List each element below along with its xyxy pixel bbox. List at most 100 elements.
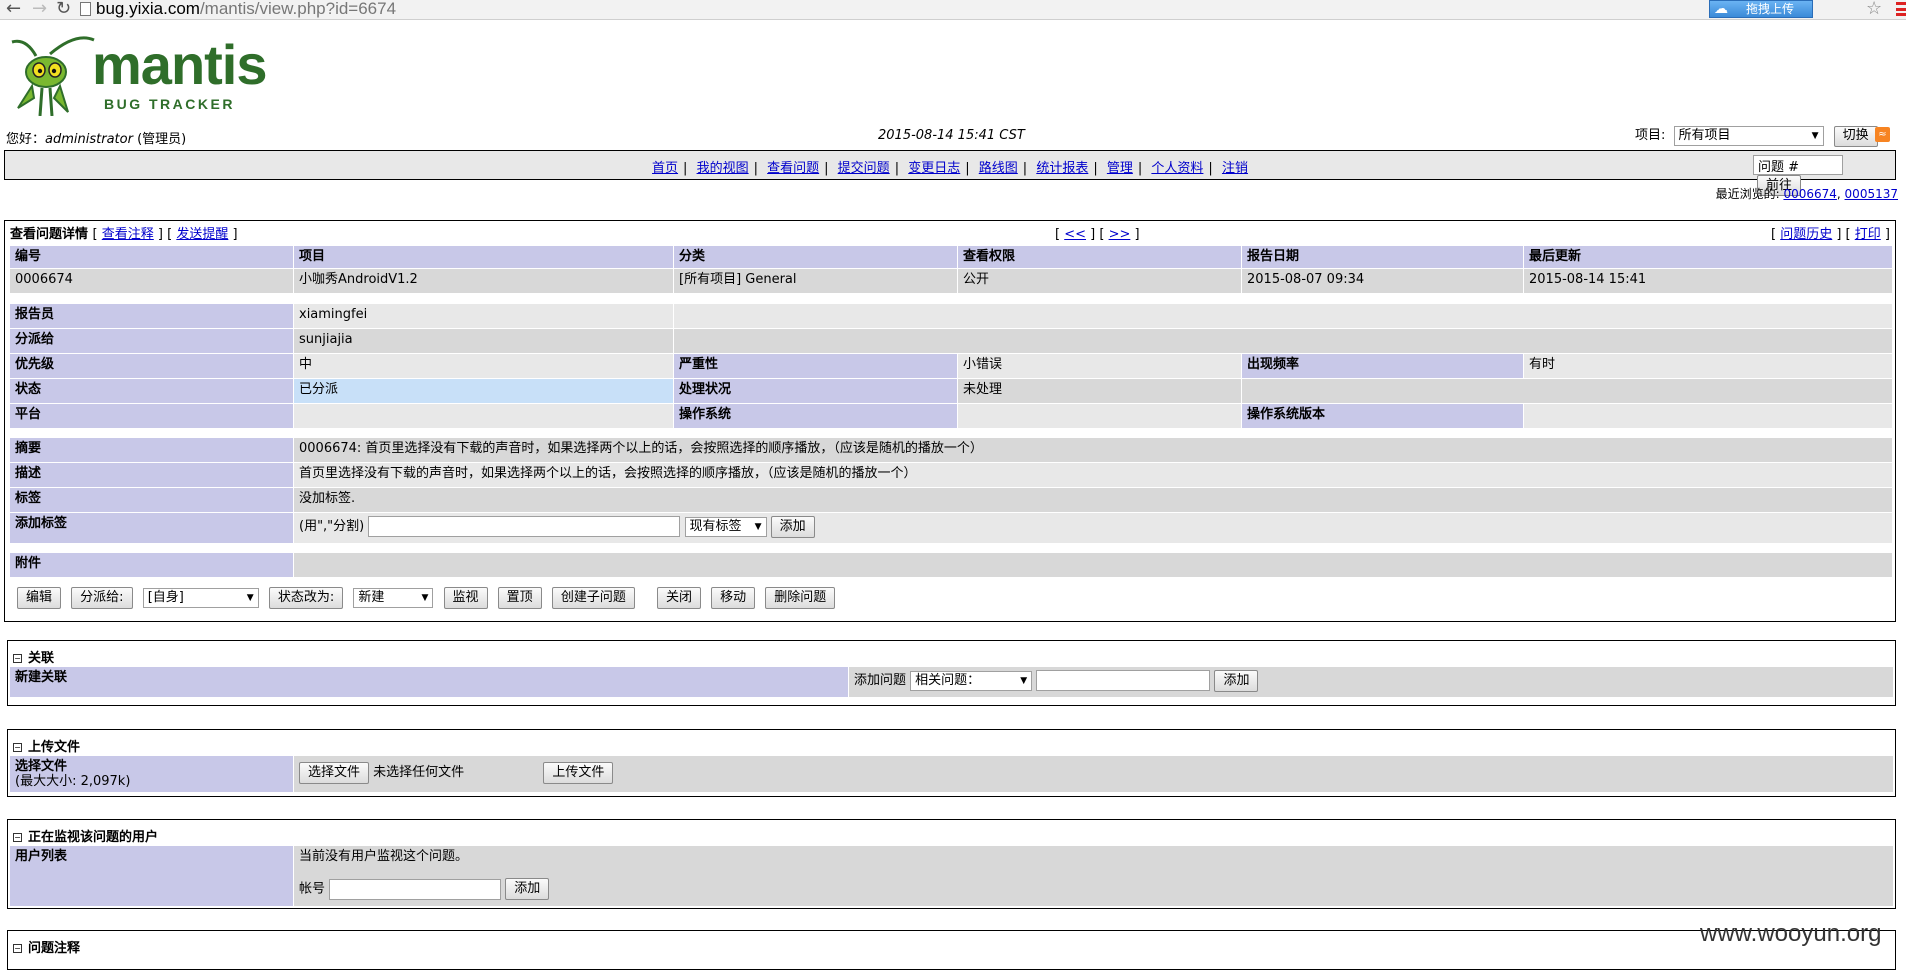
- description-row: 描述 首页里选择没有下载的声音时，如果选择两个以上的话，会按照选择的顺序播放，（…: [10, 463, 1892, 487]
- tags-value: 没加标签.: [294, 488, 1892, 512]
- no-file-chosen: 未选择任何文件: [373, 765, 465, 780]
- logo-subtitle: BUG TRACKER: [104, 96, 235, 112]
- menu-logout[interactable]: 注销: [1222, 161, 1248, 176]
- add-relation-form: 添加问题 相关问题： ▼ 添加: [849, 667, 1893, 697]
- collapse-icon[interactable]: −: [13, 833, 22, 842]
- switch-project-button[interactable]: 切换: [1833, 125, 1878, 147]
- relation-issue-input[interactable]: [1036, 670, 1211, 691]
- upload-file-button[interactable]: 上传文件: [543, 761, 614, 784]
- collapse-icon[interactable]: −: [13, 743, 22, 752]
- create-child-button[interactable]: 创建子问题: [551, 587, 635, 609]
- os-value: [958, 404, 1241, 428]
- assign-button[interactable]: 分派给:: [71, 587, 133, 609]
- upload-title[interactable]: − 上传文件: [13, 736, 80, 755]
- address-bar[interactable]: bug.yixia.com/mantis/view.php?id=6674: [80, 0, 396, 19]
- assign-select[interactable]: [自身] ▼: [142, 588, 259, 608]
- edit-button[interactable]: 编辑: [17, 587, 62, 609]
- choose-file-button[interactable]: 选择文件: [299, 761, 370, 784]
- platform-row: 平台 操作系统 操作系统版本: [10, 404, 1892, 428]
- prev-issue-link[interactable]: <<: [1064, 227, 1086, 242]
- notes-title[interactable]: − 问题注释: [13, 937, 80, 956]
- user-role: (管理员): [137, 132, 187, 147]
- tag-input[interactable]: [368, 516, 681, 537]
- mantis-logo[interactable]: mantis BUG TRACKER: [6, 33, 267, 118]
- add-tag-form: (用","分割) 现有标签 ▼ 添加: [294, 513, 1892, 543]
- no-monitors-text: 当前没有用户监视这个问题。: [299, 849, 469, 864]
- upload-extension-button[interactable]: ☁ 拖拽上传: [1709, 0, 1813, 18]
- menu-my-account[interactable]: 个人资料: [1151, 161, 1203, 176]
- monitor-button[interactable]: 监视: [443, 587, 488, 609]
- issue-id: 0006674: [10, 269, 293, 293]
- collapse-icon[interactable]: −: [13, 944, 22, 953]
- issue-last-updated: 2015-08-14 15:41: [1524, 269, 1892, 293]
- rss-icon[interactable]: ≈: [1875, 127, 1890, 142]
- reporter-row: 报告员 xiamingfei: [10, 304, 1892, 328]
- issue-number-input[interactable]: [1753, 155, 1843, 175]
- bookmark-star-icon[interactable]: ☆: [1866, 0, 1882, 19]
- relationships-title[interactable]: − 关联: [13, 647, 54, 666]
- add-relation-button[interactable]: 添加: [1214, 669, 1259, 692]
- add-monitor-button[interactable]: 添加: [505, 878, 550, 900]
- send-reminder-link[interactable]: 发送提醒: [176, 227, 228, 242]
- cloud-icon: ☁: [1714, 1, 1728, 17]
- watermark: www.wooyun.org: [1700, 920, 1882, 947]
- issue-actions: 编辑 分派给: [自身] ▼ 状态改为: 新建 ▼ 监视 置顶 创建子问题 关闭 移…: [17, 587, 841, 609]
- menu-links: 首页 | 我的视图 | 查看问题 | 提交问题 | 变更日志 | 路线图 | 统计报表 | 管…: [652, 161, 1248, 176]
- resolution-value: 未处理: [958, 379, 1241, 403]
- back-icon[interactable]: ←: [6, 0, 21, 19]
- menu-changelog[interactable]: 变更日志: [908, 161, 960, 176]
- menu-my-view[interactable]: 我的视图: [697, 161, 749, 176]
- menu-view-issues[interactable]: 查看问题: [767, 161, 819, 176]
- summary-row: 摘要 0006674: 首页里选择没有下载的声音时，如果选择两个以上的话，会按照…: [10, 438, 1892, 462]
- collapse-icon[interactable]: −: [13, 654, 22, 663]
- page-icon: [80, 2, 91, 16]
- menu-summary[interactable]: 统计报表: [1036, 161, 1088, 176]
- chevron-down-icon: ▼: [1811, 130, 1819, 141]
- stick-button[interactable]: 置顶: [497, 587, 542, 609]
- monitoring-panel: − 正在监视该问题的用户 用户列表 当前没有用户监视这个问题。 帐号 添加: [7, 819, 1896, 909]
- close-issue-button[interactable]: 关闭: [656, 587, 701, 609]
- recent-issue-link[interactable]: 0005137: [1845, 187, 1898, 201]
- account-input[interactable]: [329, 878, 502, 900]
- relationships-panel: − 关联 新建关联 添加问题 相关问题： ▼ 添加: [7, 640, 1896, 706]
- issue-tools: [ 问题历史 ] [ 打印 ]: [1770, 227, 1890, 242]
- project-switcher: 项目: 所有项目 ▼ 切换: [1635, 124, 1878, 147]
- issue-panel-title: 查看问题详情 [ 查看注释 ] [ 发送提醒 ]: [10, 227, 238, 242]
- move-button[interactable]: 移动: [711, 587, 756, 609]
- existing-tags-select[interactable]: 现有标签 ▼: [684, 516, 767, 537]
- delete-issue-button[interactable]: 删除问题: [765, 587, 836, 609]
- project-select[interactable]: 所有项目 ▼: [1673, 125, 1824, 146]
- issue-title-row: 查看问题详情 [ 查看注释 ] [ 发送提醒 ] [ << ] [ >> ] […: [10, 224, 1890, 246]
- login-info: 您好：administrator (管理员): [6, 132, 187, 147]
- issue-view-state: 公开: [958, 269, 1241, 293]
- priority-value: 中: [294, 354, 673, 378]
- reporter-value: xiamingfei: [294, 304, 673, 328]
- forward-icon[interactable]: →: [32, 0, 47, 19]
- menu-manage[interactable]: 管理: [1107, 161, 1133, 176]
- upload-panel: − 上传文件 选择文件 (最大大小: 2,097k) 选择文件 未选择任何文件 上…: [7, 729, 1896, 797]
- monitoring-title[interactable]: − 正在监视该问题的用户: [13, 826, 158, 845]
- username: administrator: [45, 132, 133, 147]
- reload-icon[interactable]: ↻: [56, 0, 71, 19]
- upload-form: 选择文件 未选择任何文件 上传文件: [294, 756, 1893, 792]
- view-notes-link[interactable]: 查看注释: [102, 227, 154, 242]
- add-tag-button[interactable]: 添加: [770, 515, 815, 538]
- status-select[interactable]: 新建 ▼: [353, 588, 434, 608]
- menu-roadmap[interactable]: 路线图: [979, 161, 1018, 176]
- next-issue-link[interactable]: >>: [1109, 227, 1131, 242]
- print-link[interactable]: 打印: [1855, 227, 1881, 242]
- menu-report-issue[interactable]: 提交问题: [838, 161, 890, 176]
- browser-menu-icon[interactable]: [1896, 2, 1906, 16]
- summary-value: 0006674: 首页里选择没有下载的声音时，如果选择两个以上的话，会按照选择的…: [294, 438, 1892, 462]
- server-datetime: 2015-08-14 15:41 CST: [878, 128, 1025, 143]
- severity-value: 小错误: [958, 354, 1241, 378]
- add-tag-row: 添加标签 (用","分割) 现有标签 ▼ 添加: [10, 513, 1892, 543]
- relation-type-select[interactable]: 相关问题： ▼: [910, 670, 1033, 691]
- issue-project: 小咖秀AndroidV1.2: [294, 269, 673, 293]
- attachments-row: 附件: [10, 553, 1892, 577]
- change-status-button[interactable]: 状态改为:: [268, 587, 344, 609]
- issue-history-link[interactable]: 问题历史: [1780, 227, 1832, 242]
- recent-issue-link[interactable]: 0006674: [1783, 187, 1836, 201]
- menu-home[interactable]: 首页: [652, 161, 678, 176]
- platform-value: [294, 404, 673, 428]
